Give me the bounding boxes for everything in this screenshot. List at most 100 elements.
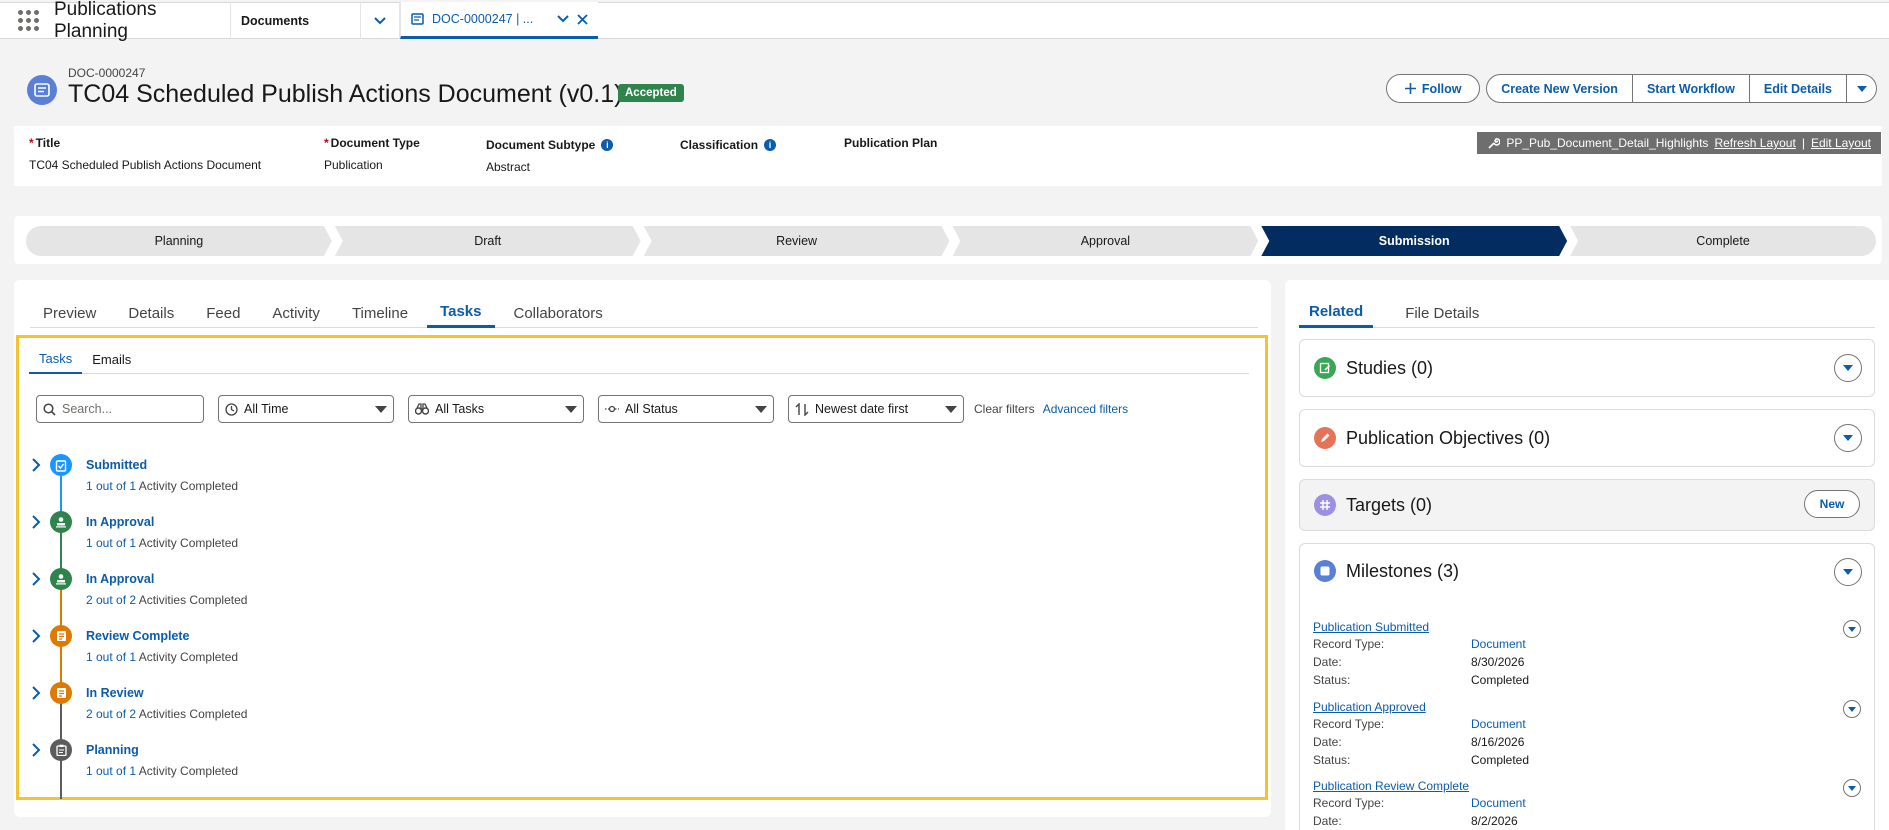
- tab-tasks[interactable]: Tasks: [427, 298, 495, 328]
- timeline-item: In Approval 2 out of 2 Activities Comple…: [29, 568, 729, 632]
- edit-details-button[interactable]: Edit Details: [1749, 74, 1847, 103]
- tasks-filter-select[interactable]: All Tasks: [408, 395, 584, 423]
- timeline-title[interactable]: In Approval: [86, 515, 154, 529]
- milestone-menu-button[interactable]: [1843, 700, 1861, 718]
- tasks-filter-value: All Tasks: [435, 402, 485, 416]
- timeline-title[interactable]: Review Complete: [86, 629, 190, 643]
- document-tab-icon: [411, 13, 424, 25]
- search-input[interactable]: Search...: [36, 395, 204, 423]
- timeline-title[interactable]: In Review: [86, 686, 144, 700]
- related-list-targets: Targets (0) New: [1299, 479, 1875, 531]
- record-tab-chevron-icon[interactable]: [557, 15, 569, 23]
- timeline-subtitle: 1 out of 1 Activity Completed: [86, 536, 238, 550]
- edit-layout-link[interactable]: Edit Layout: [1811, 136, 1871, 150]
- targets-title[interactable]: Targets (0): [1346, 495, 1432, 516]
- milestone-menu-button[interactable]: [1843, 620, 1861, 638]
- time-filter-select[interactable]: All Time: [218, 395, 394, 423]
- app-bar: Publications Planning Documents DOC-0000…: [0, 0, 1889, 42]
- path-step-draft[interactable]: Draft: [335, 226, 641, 256]
- objectives-title[interactable]: Publication Objectives (0): [1346, 428, 1550, 449]
- record-type-value[interactable]: Document: [1471, 717, 1526, 732]
- record-type-value[interactable]: Document: [1471, 637, 1526, 652]
- field-classification: Classification i: [680, 138, 777, 160]
- refresh-layout-link[interactable]: Refresh Layout: [1714, 136, 1795, 150]
- field-value: Abstract: [486, 160, 531, 174]
- expand-chevron-icon[interactable]: [31, 515, 41, 529]
- sort-select[interactable]: Newest date first: [788, 395, 964, 423]
- tab-file-details[interactable]: File Details: [1395, 298, 1489, 328]
- expand-chevron-icon[interactable]: [31, 743, 41, 757]
- milestones-title[interactable]: Milestones (3): [1346, 561, 1459, 582]
- filter-bar: Search... All Time All Tasks All Status …: [36, 395, 1128, 423]
- create-new-version-button[interactable]: Create New Version: [1486, 74, 1633, 103]
- chevron-down-icon: [1856, 85, 1867, 92]
- app-launcher-icon[interactable]: [18, 9, 40, 32]
- follow-button[interactable]: Follow: [1386, 74, 1481, 103]
- expand-chevron-icon[interactable]: [31, 572, 41, 586]
- studies-icon: [1314, 357, 1336, 379]
- more-actions-button[interactable]: [1847, 74, 1877, 103]
- tab-timeline[interactable]: Timeline: [339, 298, 421, 328]
- path-step-submission[interactable]: Submission: [1261, 226, 1567, 256]
- approval-stamp-icon: [50, 568, 72, 590]
- tab-related[interactable]: Related: [1299, 298, 1374, 328]
- expand-chevron-icon[interactable]: [31, 686, 41, 700]
- path-step-approval[interactable]: Approval: [952, 226, 1258, 256]
- tab-collaborators[interactable]: Collaborators: [501, 298, 616, 328]
- field-document-type: * Document Type Publication: [324, 136, 420, 172]
- pencil-icon: [1314, 427, 1336, 449]
- advanced-filters-link[interactable]: Advanced filters: [1043, 402, 1128, 416]
- review-doc-icon: [50, 625, 72, 647]
- tab-preview[interactable]: Preview: [30, 298, 109, 328]
- date-label: Date:: [1313, 655, 1342, 669]
- studies-menu-button[interactable]: [1834, 354, 1862, 382]
- activity-count: 1 out of 1: [86, 764, 137, 778]
- milestone-title[interactable]: Publication Approved: [1313, 700, 1873, 714]
- milestone-title[interactable]: Publication Submitted: [1313, 620, 1873, 634]
- subtab-tasks[interactable]: Tasks: [29, 344, 83, 374]
- expand-chevron-icon[interactable]: [31, 458, 41, 472]
- path-step-review[interactable]: Review: [644, 226, 950, 256]
- tab-activity[interactable]: Activity: [259, 298, 333, 328]
- milestone-menu-button[interactable]: [1843, 779, 1861, 797]
- status-filter-select[interactable]: All Status: [598, 395, 774, 423]
- expand-chevron-icon[interactable]: [31, 629, 41, 643]
- subtab-emails[interactable]: Emails: [82, 344, 141, 374]
- status-value: Completed: [1471, 673, 1530, 687]
- required-marker: *: [324, 136, 329, 150]
- nav-tab-documents[interactable]: Documents: [230, 2, 360, 39]
- stage-path: Planning Draft Review Approval Submissio…: [26, 226, 1876, 256]
- sub-tabs: Tasks Emails: [29, 344, 1249, 374]
- info-icon[interactable]: i: [764, 139, 777, 151]
- status-filter-value: All Status: [625, 402, 678, 416]
- tab-feed[interactable]: Feed: [193, 298, 253, 328]
- tab-details[interactable]: Details: [115, 298, 187, 328]
- page-title: TC04 Scheduled Publish Actions Document …: [68, 80, 623, 108]
- start-workflow-button[interactable]: Start Workflow: [1632, 74, 1750, 103]
- timeline-title[interactable]: Submitted: [86, 458, 147, 472]
- hashtag-icon: [1314, 494, 1336, 516]
- milestone-title[interactable]: Publication Review Complete: [1313, 779, 1873, 793]
- field-value: TC04 Scheduled Publish Actions Document: [29, 158, 262, 172]
- clear-filters-link[interactable]: Clear filters: [974, 402, 1035, 416]
- timeline-title[interactable]: Planning: [86, 743, 139, 757]
- status-icon: [605, 405, 619, 413]
- chevron-down-icon: [1848, 706, 1856, 712]
- new-target-button[interactable]: New: [1804, 490, 1860, 518]
- milestones-menu-button[interactable]: [1834, 558, 1862, 586]
- info-icon[interactable]: i: [601, 139, 614, 151]
- chevron-down-icon: [1843, 435, 1853, 441]
- timeline-title[interactable]: In Approval: [86, 572, 154, 586]
- record-type-value[interactable]: Document: [1471, 796, 1526, 811]
- milestone-item: Publication Review Complete Record Type:…: [1313, 779, 1873, 829]
- objectives-menu-button[interactable]: [1834, 424, 1862, 452]
- path-step-planning[interactable]: Planning: [26, 226, 332, 256]
- status-badge: Accepted: [618, 84, 684, 102]
- close-tab-icon[interactable]: [577, 13, 588, 25]
- field-document-subtype: Document Subtype i Abstract: [486, 138, 614, 174]
- studies-title[interactable]: Studies (0): [1346, 358, 1433, 379]
- path-step-complete[interactable]: Complete: [1570, 226, 1876, 256]
- documents-menu-chevron-icon[interactable]: [360, 2, 400, 39]
- nav-tab-record[interactable]: DOC-0000247 | ...: [400, 2, 598, 39]
- tasks-panel: Tasks Emails Search... All Time All Task…: [16, 335, 1268, 800]
